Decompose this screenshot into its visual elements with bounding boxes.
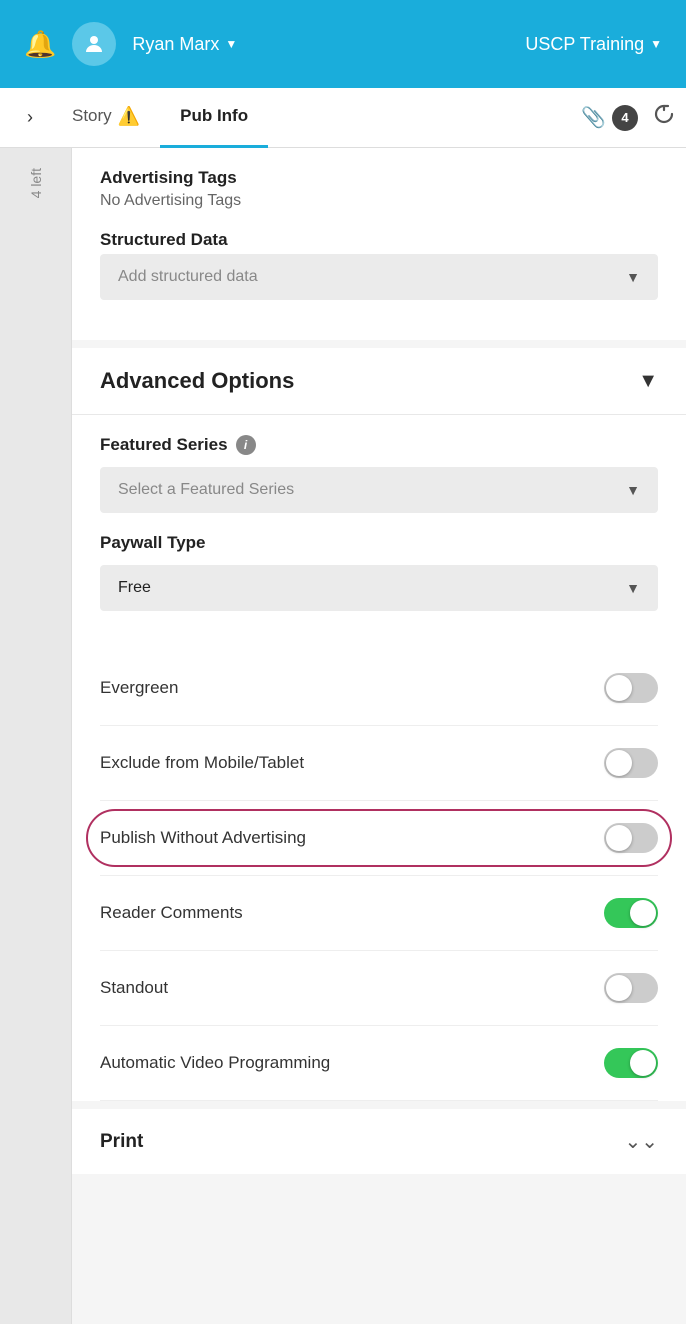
toggle-label-1: Exclude from Mobile/Tablet	[100, 753, 304, 773]
toggle-row-evergreen: Evergreen	[100, 651, 658, 726]
tab-story[interactable]: Story ⚠️	[52, 88, 160, 148]
tab-icons: 📎 4	[581, 100, 678, 135]
attachments-badge: 4	[612, 105, 638, 131]
toggle-label-4: Standout	[100, 978, 168, 998]
print-expand-icon: ⌄⌄	[624, 1129, 658, 1154]
structured-data-arrow-icon: ▼	[626, 269, 640, 285]
tab-pubinfo[interactable]: Pub Info	[160, 88, 268, 148]
featured-series-section: Featured Series i Select a Featured Seri…	[72, 415, 686, 651]
toggle-switch-1[interactable]	[604, 748, 658, 778]
toggle-label-2: Publish Without Advertising	[100, 828, 306, 848]
toggle-row-standout: Standout	[100, 951, 658, 1026]
tab-story-label: Story	[72, 106, 112, 126]
featured-series-label-row: Featured Series i	[100, 435, 658, 455]
advanced-options-title: Advanced Options	[100, 368, 294, 394]
tab-pubinfo-label: Pub Info	[180, 106, 248, 126]
advanced-options-header[interactable]: Advanced Options ▼	[72, 348, 686, 415]
username-button[interactable]: Ryan Marx ▼	[132, 34, 237, 55]
toggle-switch-3[interactable]	[604, 898, 658, 928]
sidebar-left-text: 4 left	[28, 168, 44, 198]
featured-series-label: Featured Series	[100, 435, 228, 455]
avatar[interactable]	[72, 22, 116, 66]
print-section[interactable]: Print ⌄⌄	[72, 1109, 686, 1174]
main-panel: Advertising Tags No Advertising Tags Str…	[72, 148, 686, 1324]
toggle-row-reader-comments: Reader Comments	[100, 876, 658, 951]
toggle-section: Evergreen Exclude from Mobile/Tablet Publi…	[72, 651, 686, 1101]
advertising-tags-value: No Advertising Tags	[100, 192, 658, 210]
paperclip-icon: 📎	[581, 105, 606, 130]
structured-data-label: Structured Data	[100, 230, 658, 250]
featured-series-info-icon[interactable]: i	[236, 435, 256, 455]
advertising-tags-section: Advertising Tags No Advertising Tags Str…	[72, 148, 686, 340]
expand-sidebar-button[interactable]: ›	[8, 96, 52, 140]
attachments-button[interactable]: 📎 4	[581, 105, 638, 131]
toggle-label-3: Reader Comments	[100, 903, 243, 923]
toggle-label-0: Evergreen	[100, 678, 178, 698]
toggle-switch-5[interactable]	[604, 1048, 658, 1078]
header: 🔔 Ryan Marx ▼ USCP Training ▼	[0, 0, 686, 88]
sidebar: 4 left	[0, 148, 72, 1324]
paywall-arrow-icon: ▼	[626, 580, 640, 596]
toggle-label-5: Automatic Video Programming	[100, 1053, 330, 1073]
featured-series-arrow-icon: ▼	[626, 482, 640, 498]
bell-icon[interactable]: 🔔	[24, 29, 56, 60]
org-button[interactable]: USCP Training ▼	[525, 34, 662, 55]
paywall-label: Paywall Type	[100, 533, 658, 553]
advanced-chevron-icon: ▼	[638, 370, 658, 393]
structured-data-placeholder: Add structured data	[118, 268, 258, 286]
tab-bar: › Story ⚠️ Pub Info 📎 4	[0, 88, 686, 148]
username-dropdown-arrow: ▼	[225, 37, 237, 51]
content-area: 4 left Advertising Tags No Advertising T…	[0, 148, 686, 1324]
toggle-switch-2[interactable]	[604, 823, 658, 853]
featured-series-dropdown[interactable]: Select a Featured Series ▼	[100, 467, 658, 513]
toggle-switch-4[interactable]	[604, 973, 658, 1003]
featured-series-placeholder: Select a Featured Series	[118, 481, 294, 499]
paywall-value: Free	[118, 579, 151, 597]
warning-icon: ⚠️	[118, 106, 140, 127]
org-dropdown-arrow: ▼	[650, 37, 662, 51]
paywall-dropdown[interactable]: Free ▼	[100, 565, 658, 611]
advertising-tags-label: Advertising Tags	[100, 168, 658, 188]
history-button[interactable]	[650, 100, 678, 135]
toggle-row-automatic-video-programming: Automatic Video Programming	[100, 1026, 658, 1101]
toggle-row-exclude-from-mobile/tablet: Exclude from Mobile/Tablet	[100, 726, 658, 801]
toggle-switch-0[interactable]	[604, 673, 658, 703]
structured-data-dropdown[interactable]: Add structured data ▼	[100, 254, 658, 300]
toggle-row-publish-without-advertising: Publish Without Advertising	[100, 801, 658, 876]
print-label: Print	[100, 1131, 143, 1153]
